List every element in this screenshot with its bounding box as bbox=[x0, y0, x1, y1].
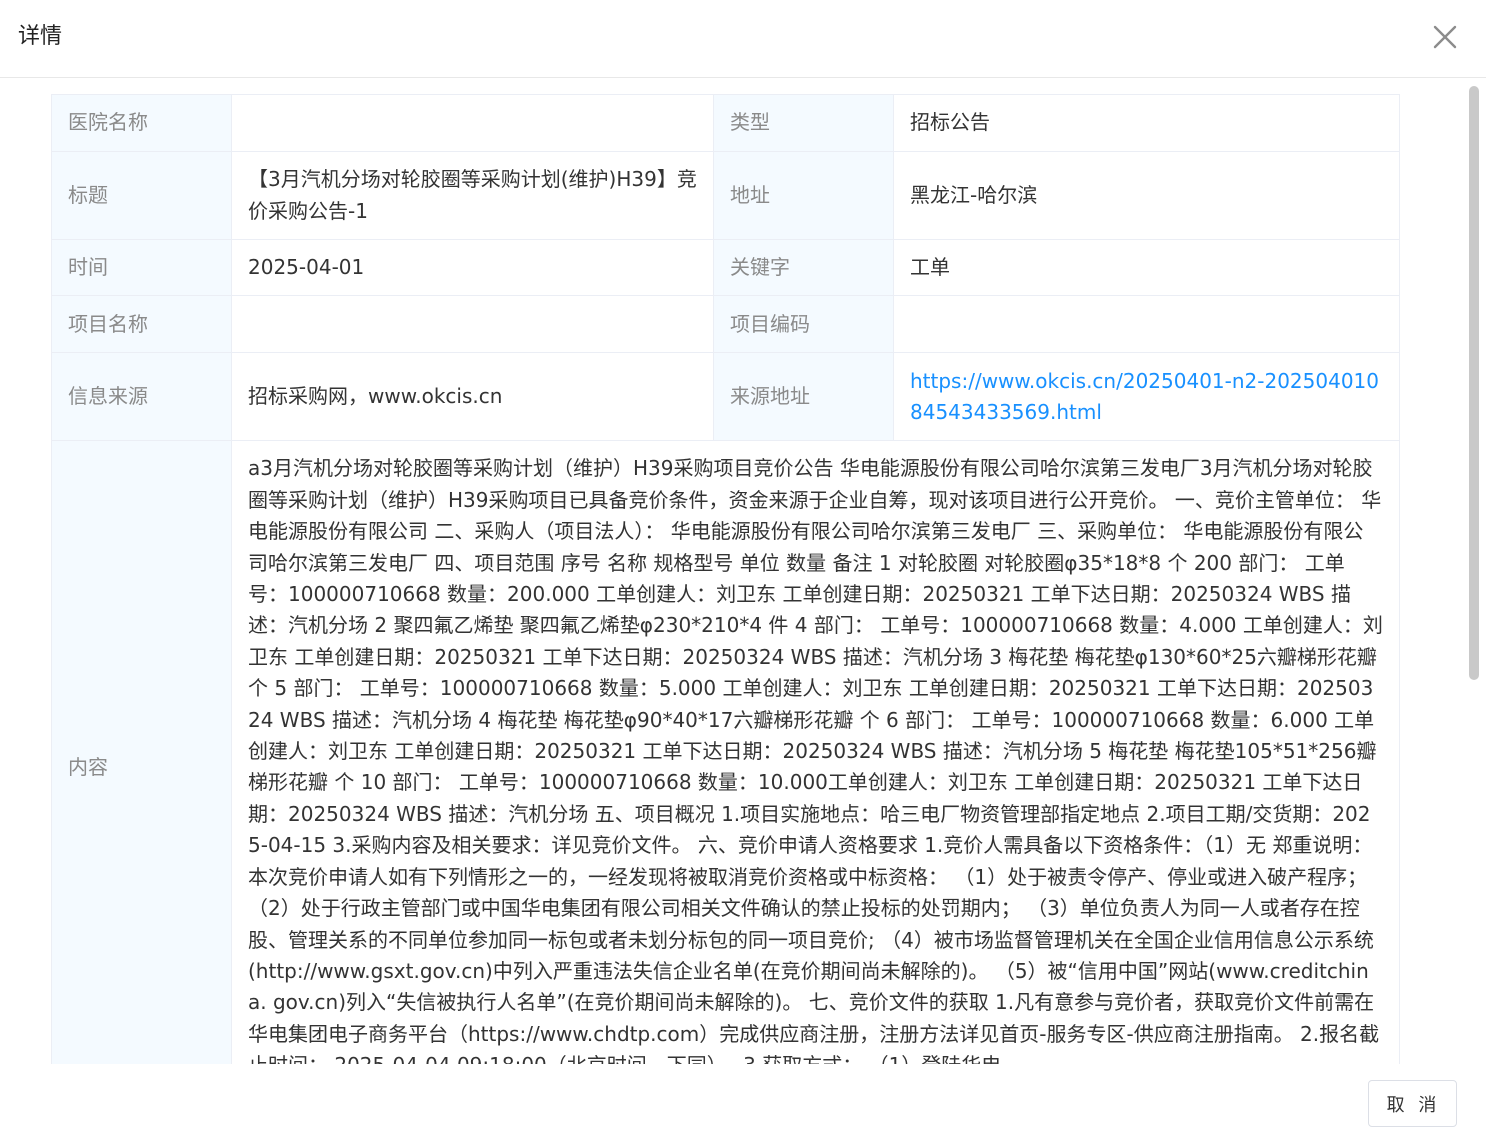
table-row: 内容 a3月汽机分场对轮胶圈等采购计划（维护）H39采购项目竞价公告 华电能源股… bbox=[51, 440, 1400, 1064]
type-label: 类型 bbox=[713, 94, 894, 152]
detail-table: 医院名称 类型 招标公告 标题 【3月汽机分场对轮胶圈等采购计划(维护)H39】… bbox=[51, 94, 1400, 1064]
source-url-link[interactable]: https://www.okcis.cn/20250401-n2-2025040… bbox=[910, 369, 1379, 424]
source-url-cell: https://www.okcis.cn/20250401-n2-2025040… bbox=[893, 352, 1400, 442]
source-url-label: 来源地址 bbox=[713, 352, 894, 442]
project-name-value bbox=[231, 295, 714, 354]
keyword-value: 工单 bbox=[893, 238, 1400, 297]
address-label: 地址 bbox=[713, 151, 894, 240]
cancel-button[interactable]: 取 消 bbox=[1368, 1080, 1457, 1127]
type-value: 招标公告 bbox=[893, 94, 1400, 152]
source-value: 招标采购网，www.okcis.cn bbox=[231, 352, 714, 442]
content-label: 内容 bbox=[51, 440, 232, 1064]
table-row: 医院名称 类型 招标公告 bbox=[51, 94, 1400, 152]
time-value: 2025-04-01 bbox=[231, 238, 714, 297]
table-row: 时间 2025-04-01 关键字 工单 bbox=[51, 238, 1400, 297]
project-code-label: 项目编码 bbox=[713, 295, 894, 354]
table-row: 信息来源 招标采购网，www.okcis.cn 来源地址 https://www… bbox=[51, 352, 1400, 442]
dialog-footer: 取 消 bbox=[0, 1064, 1486, 1144]
title-label: 标题 bbox=[51, 151, 232, 240]
address-value: 黑龙江-哈尔滨 bbox=[893, 151, 1400, 240]
keyword-label: 关键字 bbox=[713, 238, 894, 297]
time-label: 时间 bbox=[51, 238, 232, 297]
hospital-value bbox=[231, 94, 714, 152]
close-icon[interactable] bbox=[1426, 18, 1464, 56]
hospital-label: 医院名称 bbox=[51, 94, 232, 152]
content-value: a3月汽机分场对轮胶圈等采购计划（维护）H39采购项目竞价公告 华电能源股份有限… bbox=[231, 440, 1400, 1064]
project-code-value bbox=[893, 295, 1400, 354]
table-row: 标题 【3月汽机分场对轮胶圈等采购计划(维护)H39】竞价采购公告-1 地址 黑… bbox=[51, 151, 1400, 240]
table-row: 项目名称 项目编码 bbox=[51, 295, 1400, 354]
title-value: 【3月汽机分场对轮胶圈等采购计划(维护)H39】竞价采购公告-1 bbox=[231, 151, 714, 240]
project-name-label: 项目名称 bbox=[51, 295, 232, 354]
dialog-title: 详情 bbox=[18, 24, 63, 49]
dialog-header: 详情 bbox=[0, 0, 1486, 78]
dialog-body[interactable]: 医院名称 类型 招标公告 标题 【3月汽机分场对轮胶圈等采购计划(维护)H39】… bbox=[0, 78, 1486, 1064]
scrollbar-thumb[interactable] bbox=[1469, 86, 1479, 680]
source-label: 信息来源 bbox=[51, 352, 232, 442]
